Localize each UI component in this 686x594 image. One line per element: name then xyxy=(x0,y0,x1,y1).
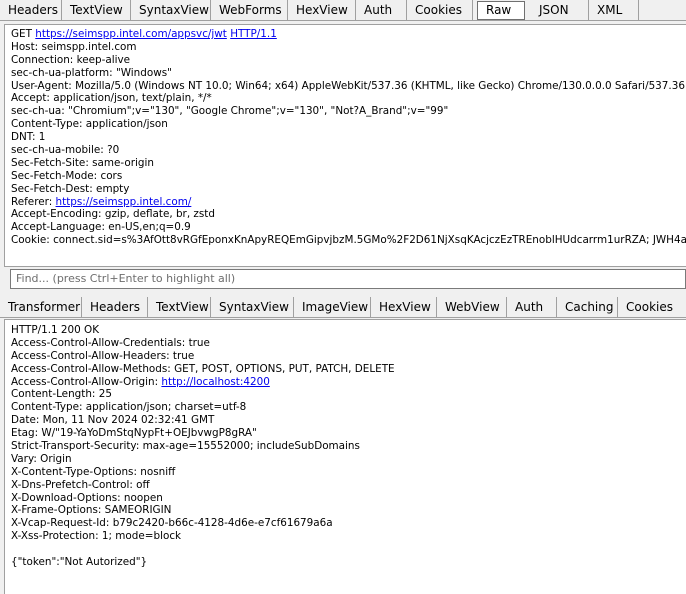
request-tab-webforms[interactable]: WebForms xyxy=(211,0,288,20)
find-input[interactable]: Find... (press Ctrl+Enter to highlight a… xyxy=(10,269,686,289)
request-header-line: Accept-Language: en-US,en;q=0.9 xyxy=(11,221,191,234)
request-method: GET xyxy=(11,28,32,40)
request-tab-hexview[interactable]: HexView xyxy=(288,0,356,20)
request-raw-pane[interactable]: GET https://seimspp.intel.com/appsvc/jwt… xyxy=(4,24,686,267)
response-header-line: Content-Length: 25 xyxy=(11,388,112,401)
response-tab-hexview[interactable]: HexView xyxy=(371,297,437,317)
response-tab-textview[interactable]: TextView xyxy=(148,297,211,317)
response-header-line: Etag: W/"19-YaYoDmStqNypFt+OEJbvwgP8gRA" xyxy=(11,427,257,440)
response-tab-bar: Transformer Headers TextView SyntaxView … xyxy=(0,297,686,318)
request-tab-raw[interactable]: Raw xyxy=(477,1,525,20)
response-header-line: X-Download-Options: noopen xyxy=(11,491,163,504)
response-tab-syntaxview[interactable]: SyntaxView xyxy=(211,297,294,317)
response-header-line: Vary: Origin xyxy=(11,452,72,465)
request-tab-auth[interactable]: Auth xyxy=(356,0,407,20)
request-tab-json[interactable]: JSON xyxy=(531,0,589,20)
request-tab-bar: Headers TextView SyntaxView WebForms Hex… xyxy=(0,0,686,21)
request-header-line: DNT: 1 xyxy=(11,131,46,144)
request-tab-syntaxview[interactable]: SyntaxView xyxy=(131,0,211,20)
referer-link[interactable]: https://seimspp.intel.com/ xyxy=(56,196,192,208)
request-header-line: Accept: application/json, text/plain, */… xyxy=(11,92,212,105)
response-header-line: X-Xss-Protection: 1; mode=block xyxy=(11,530,182,543)
request-url-link[interactable]: https://seimspp.intel.com/appsvc/jwt xyxy=(35,28,227,40)
request-header-line: Sec-Fetch-Site: same-origin xyxy=(11,156,154,169)
response-body: {"token":"Not Autorized"} xyxy=(11,556,148,569)
response-tab-headers[interactable]: Headers xyxy=(82,297,148,317)
response-header-line: Access-Control-Allow-Headers: true xyxy=(11,349,195,362)
allow-origin-link[interactable]: http://localhost:4200 xyxy=(161,376,269,388)
request-header-line: sec-ch-ua-platform: "Windows" xyxy=(11,66,172,79)
request-tab-xml[interactable]: XML xyxy=(589,0,639,20)
request-header-line: sec-ch-ua-mobile: ?0 xyxy=(11,144,120,157)
response-header-line: Strict-Transport-Security: max-age=15552… xyxy=(11,440,360,453)
request-header-line: Content-Type: application/json xyxy=(11,118,168,131)
request-header-line: Connection: keep-alive xyxy=(11,53,131,66)
request-tab-textview[interactable]: TextView xyxy=(62,0,131,20)
response-tab-caching[interactable]: Caching xyxy=(557,297,618,317)
response-tab-auth[interactable]: Auth xyxy=(507,297,557,317)
referer-header-line: Referer: https://seimspp.intel.com/ xyxy=(5,196,686,209)
response-tab-webview[interactable]: WebView xyxy=(437,297,507,317)
pane-splitter[interactable] xyxy=(0,293,686,296)
response-tab-transformer[interactable]: Transformer xyxy=(0,297,82,317)
response-header-line: Access-Control-Allow-Methods: GET, POST,… xyxy=(11,362,395,375)
response-header-line: Date: Mon, 11 Nov 2024 02:32:41 GMT xyxy=(11,414,215,427)
allow-origin-header-line: Access-Control-Allow-Origin: http://loca… xyxy=(5,376,686,389)
cookie-header-line: Cookie: connect.sid=s%3AfOtt8vRGfEponxKn… xyxy=(11,234,686,247)
response-header-line: X-Vcap-Request-Id: b79c2420-b66c-4128-4d… xyxy=(11,517,333,530)
request-tab-cookies[interactable]: Cookies xyxy=(407,0,473,20)
allow-origin-label: Access-Control-Allow-Origin: xyxy=(11,375,159,388)
request-protocol: HTTP/1.1 xyxy=(230,28,277,40)
response-header-line: X-Frame-Options: SAMEORIGIN xyxy=(11,504,172,517)
request-header-line: Sec-Fetch-Mode: cors xyxy=(11,169,123,182)
request-header-line: Host: seimspp.intel.com xyxy=(11,40,137,53)
response-raw-pane[interactable]: HTTP/1.1 200 OK Access-Control-Allow-Cre… xyxy=(4,319,686,594)
response-header-line: X-Dns-Prefetch-Control: off xyxy=(11,478,150,491)
request-header-line: User-Agent: Mozilla/5.0 (Windows NT 10.0… xyxy=(11,79,685,92)
response-tab-imageview[interactable]: ImageView xyxy=(294,297,371,317)
response-header-line: X-Content-Type-Options: nosniff xyxy=(11,465,176,478)
response-header-line: Access-Control-Allow-Credentials: true xyxy=(11,336,210,349)
request-line: GET https://seimspp.intel.com/appsvc/jwt… xyxy=(5,28,686,41)
request-header-line: sec-ch-ua: "Chromium";v="130", "Google C… xyxy=(11,105,449,118)
request-header-line: Accept-Encoding: gzip, deflate, br, zstd xyxy=(11,208,215,221)
referer-label: Referer: xyxy=(11,195,53,208)
response-tab-cookies[interactable]: Cookies xyxy=(618,297,686,317)
response-header-line: Content-Type: application/json; charset=… xyxy=(11,401,247,414)
response-status-line: HTTP/1.1 200 OK xyxy=(11,324,100,336)
request-header-line: Sec-Fetch-Dest: empty xyxy=(11,182,130,195)
request-tab-headers[interactable]: Headers xyxy=(0,0,62,20)
